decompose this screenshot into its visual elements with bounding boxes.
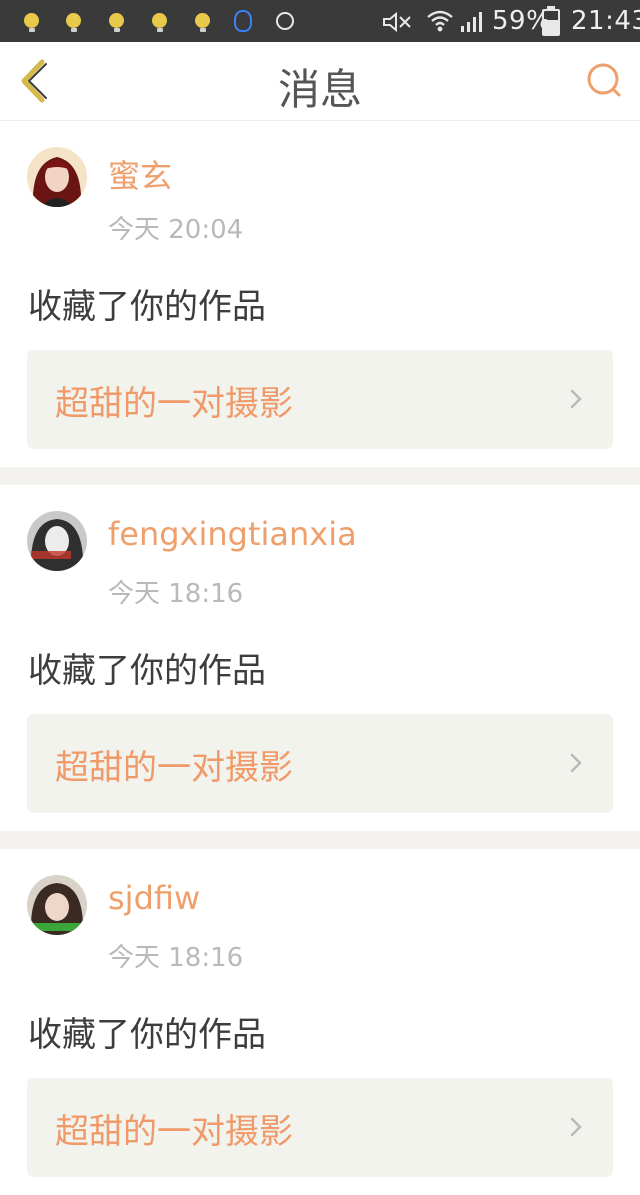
action-text: 收藏了你的作品: [28, 1015, 266, 1055]
page-title: 消息: [277, 65, 362, 114]
timestamp: 今天 18:16: [108, 579, 244, 609]
bulb-icon: [195, 13, 210, 32]
search-button[interactable]: [586, 62, 622, 98]
avatar[interactable]: [27, 511, 87, 571]
bulb-icon: [152, 13, 167, 32]
signal-icon: [461, 12, 482, 32]
timestamp: 今天 20:04: [108, 215, 244, 245]
action-text: 收藏了你的作品: [28, 287, 266, 327]
bulb-icon: [66, 13, 81, 32]
search-icon: [587, 63, 621, 97]
mute-icon: [383, 11, 411, 33]
chevron-right-icon: [570, 389, 582, 409]
avatar[interactable]: [27, 875, 87, 935]
timestamp: 今天 18:16: [108, 943, 244, 973]
action-text: 收藏了你的作品: [28, 651, 266, 691]
divider: [0, 467, 640, 485]
status-bar: 59% 21:43: [0, 0, 640, 42]
work-card[interactable]: 超甜的一对摄影: [27, 350, 613, 449]
battery-icon: [542, 6, 560, 36]
username[interactable]: fengxingtianxia: [108, 515, 357, 553]
work-title: 超甜的一对摄影: [55, 384, 293, 424]
work-card[interactable]: 超甜的一对摄影: [27, 1078, 613, 1177]
username[interactable]: 蜜玄: [108, 151, 172, 197]
clock: 21:43: [571, 6, 640, 36]
qq-icon: [234, 10, 252, 32]
message-item: fengxingtianxia 今天 18:16 收藏了你的作品 超甜的一对摄影: [0, 485, 640, 831]
disc-icon: [276, 12, 294, 30]
top-bar: 消息: [0, 42, 640, 122]
message-item: 蜜玄 今天 20:04 收藏了你的作品 超甜的一对摄影: [0, 121, 640, 467]
bulb-icon: [24, 13, 39, 32]
message-list: 蜜玄 今天 20:04 收藏了你的作品 超甜的一对摄影 fengxingtian…: [0, 121, 640, 1195]
bulb-icon: [109, 13, 124, 32]
divider: [0, 831, 640, 849]
message-item: sjdfiw 今天 18:16 收藏了你的作品 超甜的一对摄影: [0, 849, 640, 1195]
chevron-right-icon: [570, 1117, 582, 1137]
work-card[interactable]: 超甜的一对摄影: [27, 714, 613, 813]
work-title: 超甜的一对摄影: [55, 748, 293, 788]
avatar[interactable]: [27, 147, 87, 207]
chevron-right-icon: [570, 753, 582, 773]
username[interactable]: sjdfiw: [108, 879, 200, 917]
wifi-icon: [427, 10, 453, 32]
work-title: 超甜的一对摄影: [55, 1112, 293, 1152]
